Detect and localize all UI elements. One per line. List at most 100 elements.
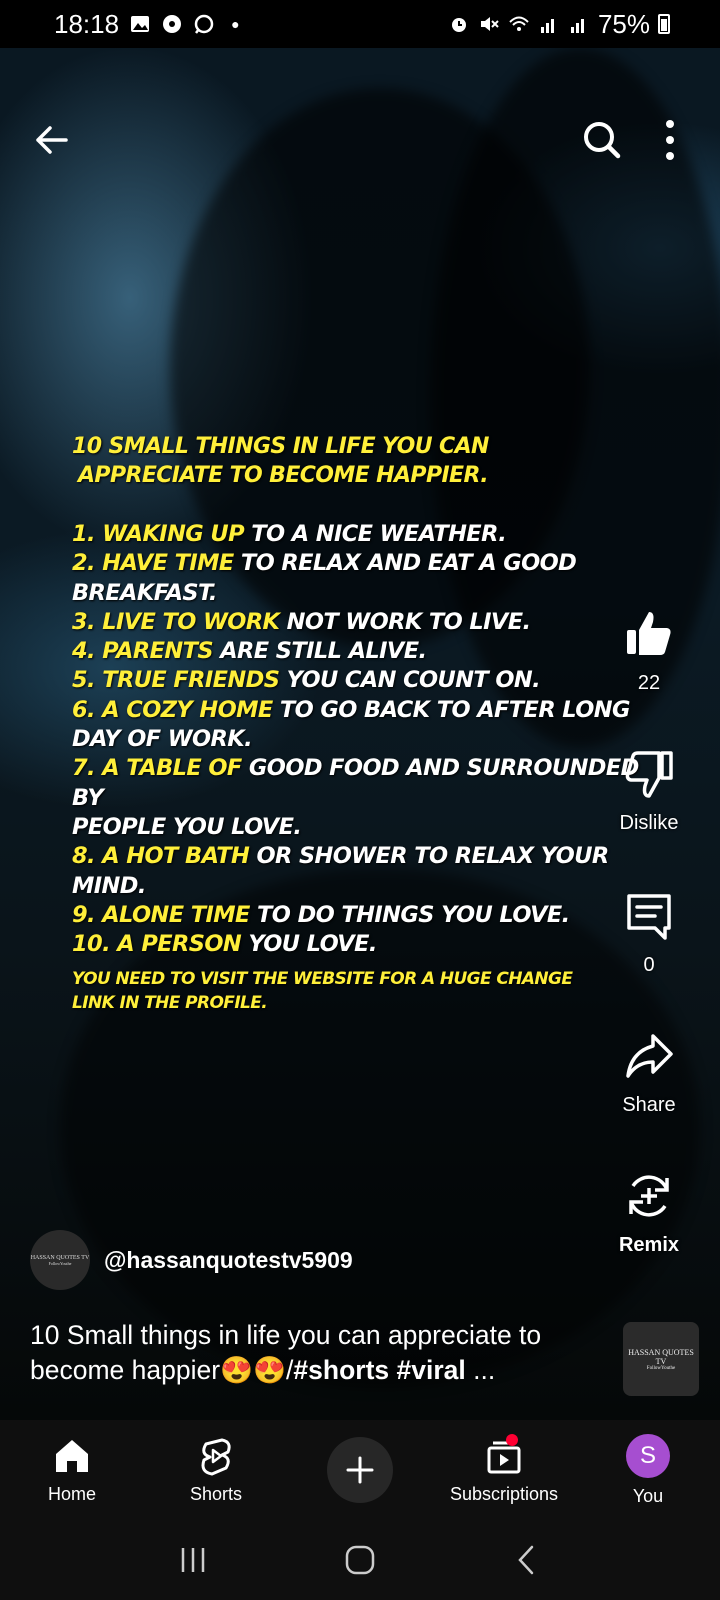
create-button[interactable]	[327, 1437, 393, 1503]
shorts-icon	[201, 1438, 231, 1475]
nav-subscriptions[interactable]: Subscriptions	[432, 1420, 576, 1520]
remix-icon	[629, 1175, 669, 1217]
nav-create[interactable]	[288, 1420, 432, 1520]
overlay-rest: TO RELAX AND EAT A GOOD	[233, 550, 577, 577]
overlay-rest: ARE STILL ALIVE.	[212, 638, 427, 665]
title-ellipsis: ...	[465, 1355, 496, 1385]
channel-avatar-sub: FollowYouthe	[48, 1260, 72, 1266]
comment-icon	[627, 894, 671, 940]
title-hashtags[interactable]: #shorts #viral	[293, 1355, 465, 1385]
nav-home-label: Home	[47, 1483, 96, 1504]
mute-icon	[480, 17, 499, 31]
battery-icon	[658, 14, 670, 34]
overlay-rest: YOU LOVE.	[241, 931, 377, 958]
gallery-notification-icon	[131, 16, 150, 32]
remix-button[interactable]: Remix	[594, 1170, 704, 1257]
status-time: 18:18	[54, 8, 120, 39]
thumbs-down-icon	[625, 751, 673, 798]
nav-shorts-label: Shorts	[189, 1483, 243, 1504]
overlay-highlight: 4. PARENTS	[72, 638, 214, 665]
overlay-list-line: 4. PARENTS ARE STILL ALIVE.	[72, 637, 652, 666]
like-count: 22	[637, 672, 661, 694]
bottom-navigation: Home Shorts Subscriptions S You	[0, 1420, 720, 1520]
overlay-rest: DAY OF WORK.	[72, 726, 253, 753]
overlay-highlight: 9. ALONE TIME	[72, 901, 250, 928]
overlay-highlight: 5. TRUE FRIENDS	[72, 667, 280, 694]
signal-2-icon	[570, 19, 584, 33]
like-button[interactable]: 22	[594, 608, 704, 695]
overlay-highlight: 8. A HOT BATH	[72, 843, 250, 870]
overlay-highlight: 10. A PERSON	[72, 931, 242, 958]
overlay-list-line: BREAKFAST.	[72, 579, 652, 608]
comment-count: 0	[643, 954, 655, 976]
more-notifications-dot: ●	[231, 16, 240, 32]
nav-you[interactable]: S You	[576, 1420, 720, 1520]
nav-home[interactable]: Home	[0, 1420, 144, 1520]
sound-thumbnail[interactable]: HASSAN QUOTES TV FollowYouthe	[623, 1322, 699, 1396]
back-system-icon[interactable]	[510, 1543, 544, 1577]
overlay-list-line: 1. WAKING UP TO A NICE WEATHER.	[72, 520, 652, 549]
alarm-icon	[451, 18, 466, 32]
overlay-list-line: 2. HAVE TIME TO RELAX AND EAT A GOOD	[72, 549, 652, 578]
share-button[interactable]: Share	[594, 1030, 704, 1117]
overlay-list: 1. WAKING UP TO A NICE WEATHER. 2. HAVE T…	[72, 520, 652, 959]
signal-icon	[540, 19, 554, 33]
home-icon	[56, 1439, 88, 1472]
home-system-icon[interactable]	[343, 1543, 377, 1577]
overlay-footer-line: LINK IN THE PROFILE.	[72, 993, 268, 1014]
overlay-highlight: 3. LIVE TO WORK	[72, 608, 280, 635]
overlay-rest: TO GO BACK TO AFTER LONG	[272, 696, 631, 723]
system-navigation-bar	[0, 1520, 720, 1600]
overlay-heading-line: APPRECIATE TO BECOME HAPPIER.	[78, 463, 489, 488]
overlay-highlight: 2. HAVE TIME	[72, 550, 234, 577]
overlay-list-line: 6. A COZY HOME TO GO BACK TO AFTER LONG	[72, 696, 652, 725]
channel-row[interactable]: HASSAN QUOTES TV FollowYouthe @hassanquo…	[30, 1230, 353, 1290]
overlay-list-line: 10. A PERSON YOU LOVE.	[72, 930, 652, 959]
user-avatar[interactable]: S	[626, 1433, 670, 1478]
dislike-button[interactable]: Dislike	[594, 748, 704, 835]
thumbnail-text: HASSAN QUOTES TV	[628, 1347, 694, 1366]
nav-subscriptions-label: Subscriptions	[449, 1483, 559, 1504]
overlay-highlight: 1. WAKING UP	[72, 521, 245, 547]
nav-you-label: You	[632, 1485, 664, 1506]
battery-percent: 75%	[597, 8, 650, 39]
thumbnail-sub: FollowYouthe	[646, 1365, 676, 1371]
remix-label: Remix	[618, 1234, 680, 1256]
status-bar: 18:18 ● 75%	[0, 0, 720, 48]
overlay-footer-line: YOU NEED TO VISIT THE WEBSITE FOR A HUGE…	[72, 969, 573, 990]
overlay-rest: YOU CAN COUNT ON.	[279, 667, 541, 694]
overlay-list-line: 5. TRUE FRIENDS YOU CAN COUNT ON.	[72, 666, 652, 695]
search-icon[interactable]	[580, 118, 624, 162]
back-arrow-icon[interactable]	[30, 118, 74, 162]
overlay-rest: PEOPLE YOU LOVE.	[72, 813, 302, 840]
channel-avatar[interactable]: HASSAN QUOTES TV FollowYouthe	[30, 1230, 90, 1290]
overlay-list-line: 3. LIVE TO WORK NOT WORK TO LIVE.	[72, 608, 652, 637]
comments-button[interactable]: 0	[594, 890, 704, 977]
overlay-highlight: 7. A TABLE OF	[72, 755, 242, 782]
overlay-list-line: 7. A TABLE OF GOOD FOOD AND SURROUNDED B…	[72, 754, 652, 813]
football-notification-icon	[163, 15, 182, 33]
nav-shorts[interactable]: Shorts	[144, 1420, 288, 1520]
overlay-heading-line: 10 SMALL THINGS IN LIFE YOU CAN	[72, 434, 489, 459]
overlay-rest: TO A NICE WEATHER.	[243, 521, 507, 547]
subscriptions-icon	[487, 1441, 521, 1473]
overlay-list-line: 9. ALONE TIME TO DO THINGS YOU LOVE.	[72, 901, 652, 930]
dislike-label: Dislike	[619, 812, 679, 834]
wifi-icon	[509, 16, 529, 31]
overlay-rest: TO DO THINGS YOU LOVE.	[249, 901, 570, 928]
new-content-badge	[506, 1434, 518, 1446]
recent-apps-icon[interactable]	[176, 1543, 210, 1577]
overlay-rest: BREAKFAST.	[72, 579, 217, 606]
share-label: Share	[622, 1094, 676, 1116]
title-emoji: 😍😍	[220, 1355, 287, 1385]
channel-handle[interactable]: @hassanquotestv5909	[104, 1247, 353, 1274]
whatsapp-notification-icon	[194, 14, 214, 34]
share-icon	[626, 1034, 673, 1078]
channel-avatar-text: HASSAN QUOTES TV	[30, 1254, 90, 1261]
overlay-list-line: DAY OF WORK.	[72, 725, 652, 754]
overlay-list-line: PEOPLE YOU LOVE.	[72, 813, 652, 842]
plus-icon	[346, 1456, 374, 1484]
overlay-list-line: 8. A HOT BATH OR SHOWER TO RELAX YOUR MI…	[72, 842, 652, 901]
video-title[interactable]: 10 Small things in life you can apprecia…	[30, 1318, 590, 1388]
more-vert-icon[interactable]	[660, 118, 680, 162]
